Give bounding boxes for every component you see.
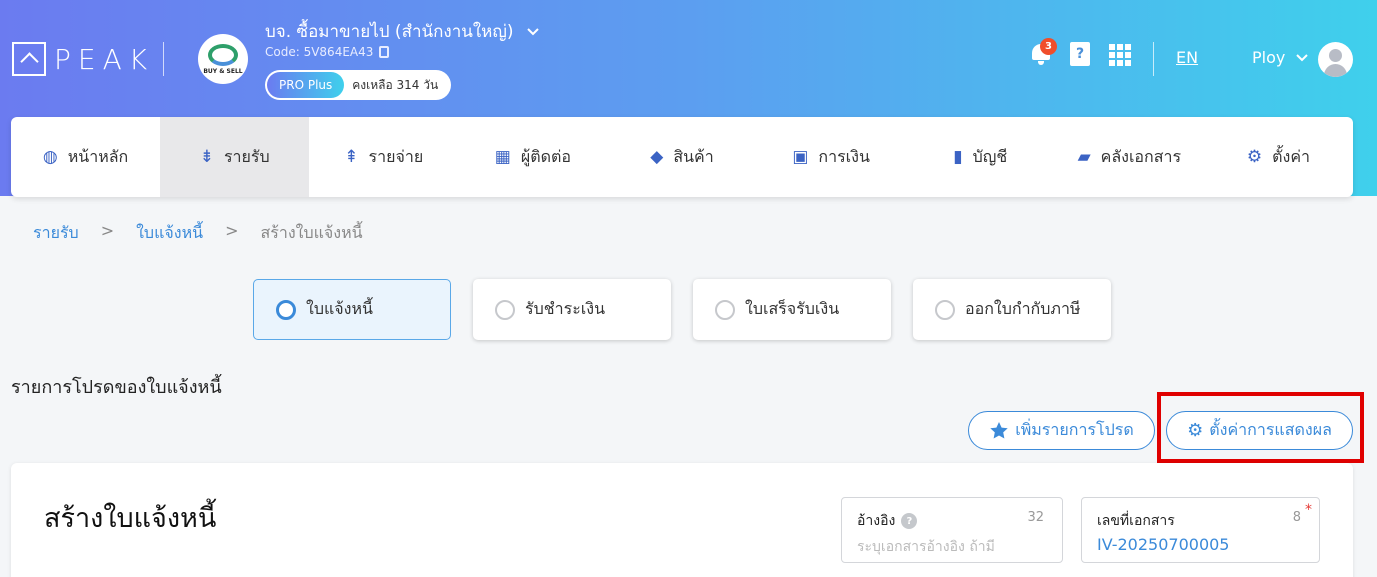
reference-label-row: อ้างอิง ?	[857, 510, 918, 532]
breadcrumb-income[interactable]: รายรับ	[33, 221, 79, 246]
main-nav: ◍ หน้าหลัก ⇟ รายรับ ⇞ รายจ่าย ▦ ผู้ติดต่…	[11, 117, 1353, 197]
nav-item-settings[interactable]: ⚙ ตั้งค่า	[1204, 117, 1353, 197]
company-code-row: Code: 5V864EA43	[265, 45, 390, 59]
doc-number-label-row: เลขที่เอกสาร	[1097, 510, 1175, 532]
company-switcher[interactable]: บจ. ซื้อมาขายไป (สำนักงานใหญ่)	[265, 18, 540, 45]
radio-icon	[715, 299, 735, 320]
dashboard-icon: ◍	[42, 147, 58, 167]
user-menu[interactable]: Ploy	[1252, 48, 1309, 67]
breadcrumb-separator: >	[100, 221, 115, 240]
folder-icon: ▰	[1077, 147, 1091, 167]
bell-clapper	[1038, 61, 1044, 65]
radio-selected-icon	[276, 299, 296, 320]
doc-number-input[interactable]: IV-20250700005	[1097, 535, 1229, 554]
nav-label: รายรับ	[223, 146, 270, 166]
invoice-form-card: สร้างใบแจ้งหนี้ อ้างอิง ? 32 ระบุเอกสารอ…	[11, 463, 1353, 577]
user-avatar[interactable]	[1318, 42, 1353, 77]
help-icon[interactable]: ?	[1070, 42, 1090, 66]
reference-field[interactable]: อ้างอิง ? 32 ระบุเอกสารอ้างอิง ถ้ามี	[841, 497, 1063, 563]
header-divider-2	[1153, 42, 1154, 76]
doc-type-label: ใบเสร็จรับเงิน	[745, 299, 840, 318]
required-mark: *	[1305, 502, 1312, 518]
nav-item-contacts[interactable]: ▦ ผู้ติดต่อ	[458, 117, 607, 197]
doc-type-invoice[interactable]: ใบแจ้งหนี้	[253, 279, 451, 340]
doc-type-label: ใบแจ้งหนี้	[306, 299, 373, 318]
user-name: Ploy	[1252, 48, 1286, 67]
reference-input[interactable]: ระบุเอกสารอ้างอิง ถ้ามี	[857, 536, 995, 558]
doc-number-field[interactable]: เลขที่เอกสาร 8 * IV-20250700005	[1081, 497, 1320, 563]
add-favorite-button[interactable]: เพิ่มรายการโปรด	[968, 411, 1155, 450]
company-avatar[interactable]: BUY & SELL	[198, 34, 248, 84]
highlight-box	[1157, 392, 1364, 463]
char-counter: 32	[1027, 510, 1044, 525]
nav-label: รายจ่าย	[368, 146, 424, 166]
help-icon[interactable]: ?	[901, 513, 918, 529]
doc-type-label: ออกใบกำกับภาษี	[965, 299, 1081, 318]
nav-item-home[interactable]: ◍ หน้าหลัก	[11, 117, 160, 197]
chevron-down-icon	[526, 22, 540, 42]
nav-label: ผู้ติดต่อ	[520, 146, 571, 166]
apps-grid-icon[interactable]	[1109, 44, 1131, 66]
company-name: บจ. ซื้อมาขายไป (สำนักงานใหญ่)	[265, 22, 514, 42]
breadcrumb-current: สร้างใบแจ้งหนี้	[260, 223, 363, 242]
doc-type-payment[interactable]: รับชำระเงิน	[473, 279, 671, 340]
breadcrumb-invoices[interactable]: ใบแจ้งหนี้	[136, 221, 203, 246]
money-icon: ▣	[792, 147, 809, 167]
nav-item-finance[interactable]: ▣ การเงิน	[757, 117, 906, 197]
doc-number-label: เลขที่เอกสาร	[1097, 513, 1175, 529]
doc-type-tax-invoice[interactable]: ออกใบกำกับภาษี	[913, 279, 1111, 340]
breadcrumb-separator: >	[225, 221, 239, 240]
peak-logo[interactable]: PEAK	[12, 42, 154, 76]
company-logo-mark	[208, 43, 238, 66]
company-code: Code: 5V864EA43	[265, 45, 374, 59]
company-logo-text: BUY & SELL	[203, 67, 243, 75]
nav-item-income[interactable]: ⇟ รายรับ	[160, 117, 310, 197]
expense-icon: ⇞	[344, 147, 359, 167]
doc-type-label: รับชำระเงิน	[525, 299, 605, 318]
gear-icon: ⚙	[1246, 147, 1263, 167]
nav-label: การเงิน	[818, 146, 870, 166]
notification-button[interactable]: 3	[1030, 38, 1057, 68]
logo-mark-icon	[12, 42, 46, 76]
reference-label: อ้างอิง	[857, 513, 896, 529]
nav-item-expense[interactable]: ⇞ รายจ่าย	[309, 117, 458, 197]
nav-label: บัญชี	[972, 146, 1008, 166]
nav-label: สินค้า	[673, 146, 714, 166]
notification-badge: 3	[1040, 38, 1057, 55]
nav-item-products[interactable]: ◆ สินค้า	[607, 117, 756, 197]
box-icon: ◆	[650, 147, 664, 167]
nav-label: ตั้งค่า	[1272, 146, 1310, 166]
language-switch[interactable]: EN	[1176, 48, 1198, 67]
logo-text: PEAK	[54, 42, 155, 76]
plan-badge: PRO Plus	[267, 72, 345, 98]
nav-label: หน้าหลัก	[67, 146, 129, 166]
form-title: สร้างใบแจ้งหนี้	[44, 503, 217, 534]
nav-item-documents[interactable]: ▰ คลังเอกสาร	[1055, 117, 1204, 197]
chevron-down-icon	[1295, 48, 1309, 67]
nav-label: คลังเอกสาร	[1100, 146, 1182, 166]
radio-icon	[935, 299, 955, 320]
radio-icon	[495, 299, 515, 320]
favorites-title: รายการโปรดของใบแจ้งหนี้	[11, 377, 222, 398]
header-divider	[163, 42, 164, 76]
doc-type-receipt[interactable]: ใบเสร็จรับเงิน	[693, 279, 891, 340]
nav-item-accounting[interactable]: ▮ บัญชี	[906, 117, 1055, 197]
ledger-icon: ▮	[953, 147, 963, 167]
header-icons: 3 ?	[1030, 38, 1131, 68]
breadcrumb: รายรับ > ใบแจ้งหนี้ > สร้างใบแจ้งหนี้	[33, 221, 363, 246]
copy-icon[interactable]	[379, 46, 390, 58]
income-icon: ⇟	[199, 147, 214, 167]
contacts-icon: ▦	[494, 147, 511, 167]
plan-remaining: คงเหลือ 314 วัน	[352, 77, 439, 92]
star-icon	[990, 422, 1008, 439]
char-counter: 8	[1292, 510, 1301, 525]
add-favorite-label: เพิ่มรายการโปรด	[1015, 420, 1134, 439]
plan-pill: PRO Plus คงเหลือ 314 วัน	[265, 70, 451, 100]
